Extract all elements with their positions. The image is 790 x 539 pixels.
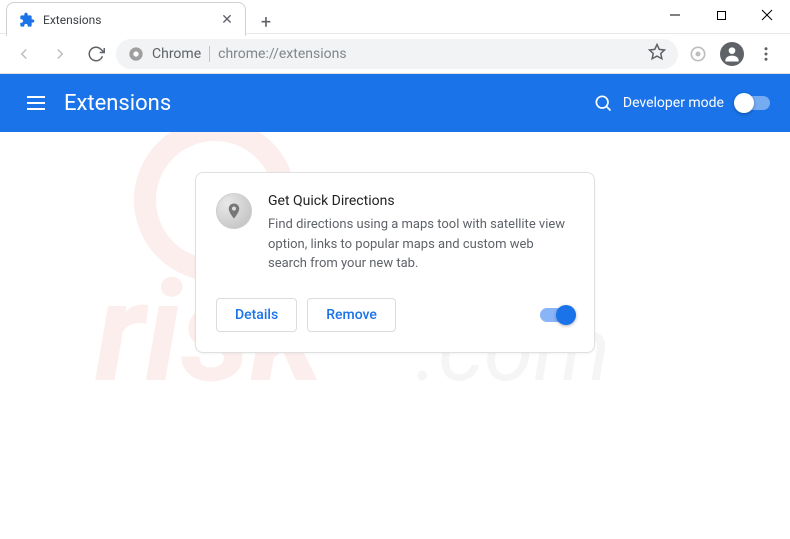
address-bar[interactable]: Chrome chrome://extensions — [116, 39, 678, 69]
url-text: chrome://extensions — [218, 46, 640, 62]
extension-name: Get Quick Directions — [268, 193, 574, 209]
new-tab-button[interactable]: + — [252, 8, 280, 36]
page-title: Extensions — [64, 91, 171, 116]
bookmark-star-icon[interactable] — [648, 43, 666, 65]
extension-description: Find directions using a maps tool with s… — [268, 215, 574, 274]
location-icon[interactable] — [682, 38, 714, 70]
profile-avatar[interactable] — [716, 38, 748, 70]
details-button[interactable]: Details — [216, 298, 297, 332]
extensions-toolbar: Extensions Developer mode — [0, 74, 790, 132]
remove-button[interactable]: Remove — [307, 298, 396, 332]
reload-button[interactable] — [80, 38, 112, 70]
omnibox-divider — [209, 46, 210, 62]
tab-strip: Extensions ✕ + — [6, 2, 280, 36]
tab-title: Extensions — [43, 13, 211, 27]
browser-tab[interactable]: Extensions ✕ — [6, 2, 246, 36]
developer-mode-toggle[interactable] — [736, 96, 770, 110]
content-area: Get Quick Directions Find directions usi… — [0, 132, 790, 353]
window-minimize-button[interactable] — [652, 0, 698, 30]
extension-icon — [216, 193, 252, 229]
chrome-icon — [128, 46, 144, 62]
extension-puzzle-icon — [19, 12, 35, 28]
extension-card: Get Quick Directions Find directions usi… — [195, 172, 595, 353]
hamburger-menu-icon[interactable] — [16, 83, 56, 123]
address-bar-row: Chrome chrome://extensions — [0, 34, 790, 74]
window-maximize-button[interactable] — [698, 0, 744, 30]
developer-mode-label: Developer mode — [623, 95, 724, 111]
tab-close-icon[interactable]: ✕ — [219, 12, 235, 28]
search-icon[interactable] — [583, 83, 623, 123]
avatar-icon — [720, 42, 744, 66]
extension-enable-toggle[interactable] — [540, 308, 574, 322]
origin-chip: Chrome — [152, 46, 201, 62]
back-button[interactable] — [8, 38, 40, 70]
forward-button[interactable] — [44, 38, 76, 70]
kebab-menu-icon[interactable] — [750, 38, 782, 70]
window-close-button[interactable] — [744, 0, 790, 30]
